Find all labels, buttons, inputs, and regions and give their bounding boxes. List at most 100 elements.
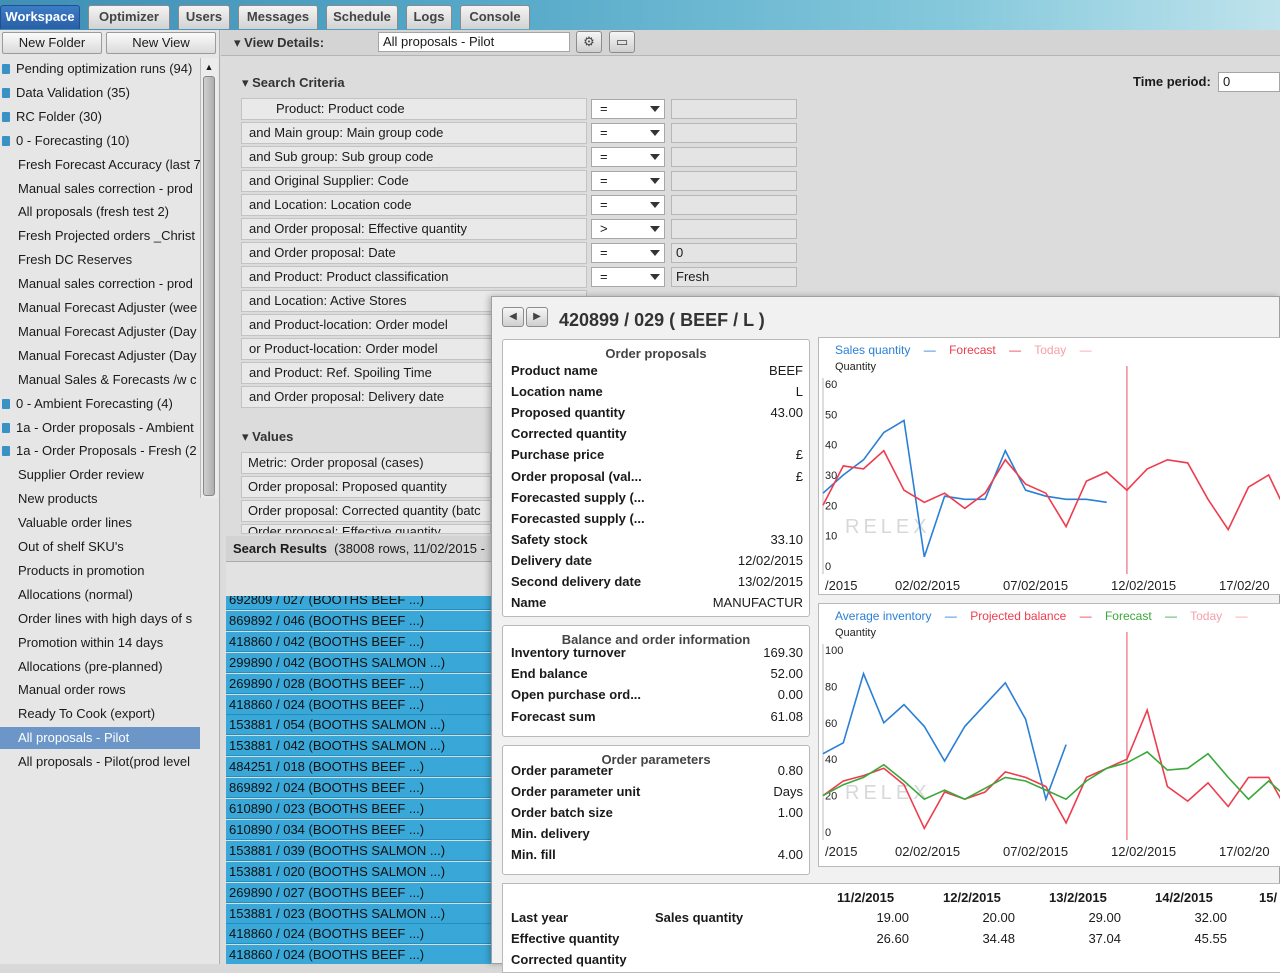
scroll-up-icon[interactable]: ▲: [203, 60, 215, 74]
result-row[interactable]: 153881 / 039 (BOOTHS SALMON ...): [226, 840, 492, 861]
tab-users[interactable]: Users: [178, 5, 230, 29]
value-row[interactable]: Metric: Order proposal (cases): [241, 452, 491, 474]
field-label: Forecast sum: [511, 708, 596, 724]
tree-scroll-thumb[interactable]: [203, 76, 215, 496]
tree-item[interactable]: Pending optimization runs (94): [0, 58, 200, 80]
criteria-operator-select[interactable]: =: [591, 171, 665, 191]
new-folder-button[interactable]: New Folder: [2, 32, 102, 54]
tree-item[interactable]: 0 - Forecasting (10): [0, 130, 200, 152]
result-row[interactable]: 153881 / 020 (BOOTHS SALMON ...): [226, 861, 492, 882]
tree-item[interactable]: Promotion within 14 days: [0, 632, 200, 654]
criteria-operator-select[interactable]: =: [591, 123, 665, 143]
criteria-operator-select[interactable]: =: [591, 243, 665, 263]
value-row[interactable]: Order proposal: Effective quantity: [241, 524, 491, 534]
new-view-button[interactable]: New View: [106, 32, 216, 54]
result-row[interactable]: 418860 / 024 (BOOTHS BEEF ...): [226, 924, 492, 945]
result-row[interactable]: 153881 / 054 (BOOTHS SALMON ...): [226, 715, 492, 736]
criteria-value-input[interactable]: [671, 171, 797, 191]
tree-item[interactable]: 1a - Order proposals - Ambient: [0, 417, 200, 439]
tree-item[interactable]: Ready To Cook (export): [0, 703, 200, 725]
table-cell: 20.00: [982, 910, 1015, 925]
criteria-operator-select[interactable]: =: [591, 195, 665, 215]
field-row: Proposed quantity 43.00: [511, 402, 803, 423]
search-criteria-header[interactable]: ▾ Search Criteria: [242, 75, 345, 91]
tree-item[interactable]: Allocations (normal): [0, 584, 200, 606]
result-row[interactable]: 610890 / 034 (BOOTHS BEEF ...): [226, 819, 492, 840]
tree-item[interactable]: Supplier Order review: [0, 464, 200, 486]
tree-item[interactable]: Allocations (pre-planned): [0, 656, 200, 678]
tree-item[interactable]: RC Folder (30): [0, 106, 200, 128]
criteria-value-input[interactable]: 0: [671, 243, 797, 263]
tree-item[interactable]: Products in promotion: [0, 560, 200, 582]
tree-item[interactable]: All proposals (fresh test 2): [0, 201, 200, 223]
tab-messages[interactable]: Messages: [238, 5, 318, 29]
table-date-header: 13/2/2015: [1049, 890, 1107, 905]
tree-item[interactable]: Out of shelf SKU's: [0, 536, 200, 558]
tree-item-label: Data Validation (35): [16, 84, 130, 100]
criteria-operator-select[interactable]: =: [591, 267, 665, 287]
result-row[interactable]: 269890 / 028 (BOOTHS BEEF ...): [226, 673, 492, 694]
criteria-label: and Main group: Main group code: [241, 122, 587, 144]
view-name-field[interactable]: All proposals - Pilot: [378, 32, 570, 52]
criteria-value-input[interactable]: [671, 123, 797, 143]
value-row[interactable]: Order proposal: Corrected quantity (batc: [241, 500, 491, 522]
criteria-value-input[interactable]: [671, 219, 797, 239]
tree-item[interactable]: Manual sales correction - prod: [0, 178, 200, 200]
tree-item[interactable]: Manual sales correction - prod: [0, 273, 200, 295]
criteria-operator-select[interactable]: >: [591, 219, 665, 239]
tab-workspace[interactable]: Workspace: [0, 5, 80, 29]
tree-item[interactable]: All proposals - Pilot: [0, 727, 200, 750]
next-arrow-icon[interactable]: ▶: [526, 307, 548, 327]
field-row: Forecast sum 61.08: [511, 706, 803, 727]
tree-item[interactable]: Manual Sales & Forecasts /w c: [0, 369, 200, 391]
criteria-row: Product: Product code =: [241, 98, 797, 120]
gear-icon[interactable]: ⚙: [576, 31, 602, 53]
tab-schedule[interactable]: Schedule: [326, 5, 398, 29]
tab-logs[interactable]: Logs: [406, 5, 452, 29]
daily-table: 11/2/2015 12/2/2015 13/2/2015 14/2/2015 15/L…: [502, 883, 1280, 973]
tree-item[interactable]: Data Validation (35): [0, 82, 200, 104]
result-row[interactable]: 153881 / 023 (BOOTHS SALMON ...): [226, 903, 492, 924]
tree-item[interactable]: 1a - Order Proposals - Fresh (2: [0, 440, 200, 462]
tree-item[interactable]: 0 - Ambient Forecasting (4): [0, 393, 200, 415]
result-row[interactable]: 869892 / 046 (BOOTHS BEEF ...): [226, 610, 492, 631]
tree-item[interactable]: Manual Forecast Adjuster (wee: [0, 297, 200, 319]
tree-item[interactable]: Manual Forecast Adjuster (Day: [0, 345, 200, 367]
result-row[interactable]: 692809 / 027 (BOOTHS BEEF ...): [226, 596, 492, 610]
tree-item[interactable]: Order lines with high days of s: [0, 608, 200, 630]
tree-item[interactable]: New products: [0, 488, 200, 510]
criteria-value-input[interactable]: Fresh: [671, 267, 797, 287]
search-results-header: Search Results (38008 rows, 11/02/2015 -: [233, 541, 485, 556]
result-row[interactable]: 269890 / 027 (BOOTHS BEEF ...): [226, 882, 492, 903]
tree-item[interactable]: Fresh DC Reserves: [0, 249, 200, 271]
criteria-value-input[interactable]: [671, 195, 797, 215]
values-header[interactable]: ▾ Values: [242, 429, 293, 445]
time-period-input[interactable]: 0: [1218, 72, 1280, 92]
tree-item[interactable]: Fresh Forecast Accuracy (last 7: [0, 154, 200, 176]
result-row[interactable]: 418860 / 024 (BOOTHS BEEF ...): [226, 945, 492, 964]
result-row[interactable]: 418860 / 042 (BOOTHS BEEF ...): [226, 631, 492, 652]
field-label: Min. fill: [511, 847, 556, 862]
criteria-operator-select[interactable]: =: [591, 99, 665, 119]
tree-item-label: All proposals (fresh test 2): [18, 204, 170, 220]
result-row[interactable]: 484251 / 018 (BOOTHS BEEF ...): [226, 757, 492, 778]
result-row[interactable]: 418860 / 024 (BOOTHS BEEF ...): [226, 694, 492, 715]
result-row[interactable]: 869892 / 024 (BOOTHS BEEF ...): [226, 778, 492, 799]
prev-arrow-icon[interactable]: ◀: [502, 307, 524, 327]
tree-item[interactable]: Fresh Projected orders _Christ: [0, 225, 200, 247]
tree-item[interactable]: Manual order rows: [0, 679, 200, 701]
result-row[interactable]: 153881 / 042 (BOOTHS SALMON ...): [226, 736, 492, 757]
tab-optimizer[interactable]: Optimizer: [88, 5, 170, 29]
tree-item[interactable]: Valuable order lines: [0, 512, 200, 534]
tree-item[interactable]: All proposals - Pilot(prod level: [0, 751, 200, 773]
monitor-icon[interactable]: ▭: [609, 31, 635, 53]
value-row[interactable]: Order proposal: Proposed quantity: [241, 476, 491, 498]
view-details-label[interactable]: ▾ View Details:: [234, 35, 324, 51]
result-row[interactable]: 299890 / 042 (BOOTHS SALMON ...): [226, 652, 492, 673]
result-row[interactable]: 610890 / 023 (BOOTHS BEEF ...): [226, 799, 492, 819]
criteria-operator-select[interactable]: =: [591, 147, 665, 167]
criteria-value-input[interactable]: [671, 99, 797, 119]
tab-console[interactable]: Console: [460, 5, 530, 29]
tree-item[interactable]: Manual Forecast Adjuster (Day: [0, 321, 200, 343]
criteria-value-input[interactable]: [671, 147, 797, 167]
